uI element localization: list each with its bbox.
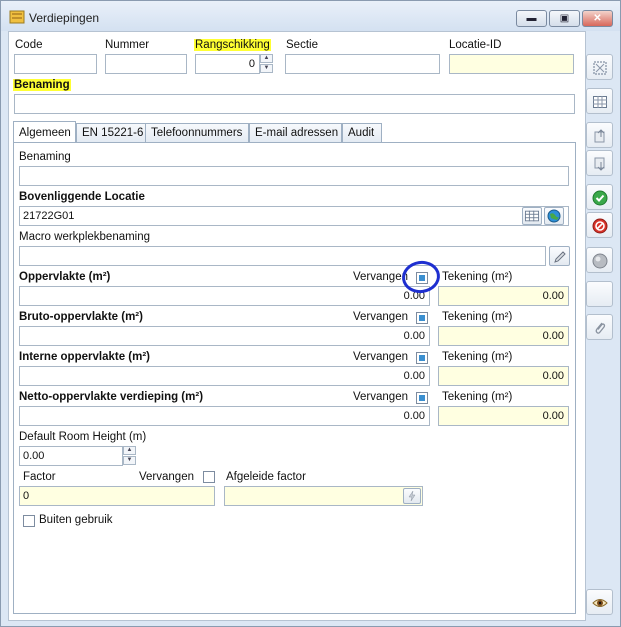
spin-up-icon[interactable]: ▲: [123, 446, 136, 455]
globe-icon: [547, 209, 561, 223]
factor-vervangen-checkbox[interactable]: [203, 471, 215, 483]
pencil-icon: [554, 251, 566, 263]
select-area-button[interactable]: [586, 54, 613, 80]
check-icon: [592, 190, 608, 206]
benaming-input[interactable]: [19, 166, 569, 186]
paperclip-icon: [595, 322, 606, 334]
macro-werkplek-input[interactable]: [19, 246, 546, 266]
spin-down-icon[interactable]: ▼: [123, 456, 136, 465]
bruto-oppervlakte-label: Bruto-oppervlakte (m²): [19, 311, 143, 323]
lightning-icon: [408, 490, 416, 502]
copy-down-button[interactable]: [586, 150, 613, 176]
tab-telefoonnummers[interactable]: Telefoonnummers: [145, 123, 249, 142]
netto-tekening-input[interactable]: 0.00: [438, 406, 569, 426]
tab-audit[interactable]: Audit: [342, 123, 382, 142]
spin-down-icon[interactable]: ▼: [260, 64, 273, 73]
interne-oppervlakte-label: Interne oppervlakte (m²): [19, 351, 150, 363]
code-label: Code: [15, 39, 43, 51]
tab-email-adressen[interactable]: E-mail adressen: [249, 123, 342, 142]
afgeleide-factor-input[interactable]: [224, 486, 423, 506]
table-lookup-button[interactable]: [522, 207, 542, 225]
spin-up-icon[interactable]: ▲: [260, 54, 273, 63]
edit-macro-button[interactable]: [549, 246, 570, 266]
room-height-label: Default Room Height (m): [19, 431, 147, 443]
bruto-vervangen-checkbox[interactable]: [416, 312, 428, 324]
interne-vervangen-label: Vervangen: [353, 351, 408, 363]
minimize-icon: ▬: [526, 13, 537, 24]
oppervlakte-input[interactable]: 0.00: [19, 286, 430, 306]
bovenliggende-locatie-label: Bovenliggende Locatie: [19, 191, 145, 203]
maximize-icon: ▣: [559, 13, 570, 24]
afgeleide-factor-button[interactable]: [403, 488, 421, 504]
close-icon: ✕: [593, 13, 602, 24]
locatie-id-input[interactable]: [449, 54, 574, 74]
netto-vervangen-checkbox[interactable]: [416, 392, 428, 404]
blank-tool-button[interactable]: [586, 281, 613, 307]
bruto-tekening-input[interactable]: 0.00: [438, 326, 569, 346]
interne-tekening-input[interactable]: 0.00: [438, 366, 569, 386]
netto-oppervlakte-input[interactable]: 0.00: [19, 406, 430, 426]
code-input[interactable]: [14, 54, 97, 74]
confirm-button[interactable]: [586, 184, 613, 210]
copy-up-icon: [594, 129, 605, 143]
nummer-input[interactable]: [105, 54, 187, 74]
factor-label: Factor: [23, 471, 56, 483]
oppervlakte-tekening-label: Tekening (m²): [442, 271, 513, 283]
record-button[interactable]: [586, 247, 613, 273]
rangschikking-spinner[interactable]: ▲ ▼: [260, 54, 273, 74]
title-bar: Verdiepingen ▬ ▣ ✕: [1, 1, 620, 31]
select-icon: [593, 61, 607, 75]
benaming-header-label: Benaming: [13, 79, 71, 91]
interne-tekening-label: Tekening (m²): [442, 351, 513, 363]
netto-oppervlakte-label: Netto-oppervlakte verdieping (m²): [19, 391, 204, 403]
rangschikking-label: Rangschikking: [194, 39, 271, 51]
sectie-label: Sectie: [286, 39, 318, 51]
oppervlakte-vervangen-label: Vervangen: [353, 271, 408, 283]
bovenliggende-locatie-input[interactable]: 21722G01: [19, 206, 569, 226]
netto-vervangen-label: Vervangen: [353, 391, 408, 403]
factor-input[interactable]: 0: [19, 486, 215, 506]
afgeleide-factor-label: Afgeleide factor: [226, 471, 306, 483]
cancel-button[interactable]: [586, 212, 613, 238]
copy-down-icon: [594, 157, 605, 171]
benaming-label: Benaming: [19, 151, 71, 163]
rangschikking-input[interactable]: 0: [195, 54, 260, 74]
grid-view-button[interactable]: [586, 88, 613, 114]
table-icon: [525, 210, 539, 222]
oppervlakte-tekening-input[interactable]: 0.00: [438, 286, 569, 306]
nummer-label: Nummer: [105, 39, 150, 51]
bruto-tekening-label: Tekening (m²): [442, 311, 513, 323]
sphere-icon: [592, 253, 608, 269]
maximize-button[interactable]: ▣: [549, 10, 580, 27]
window: Verdiepingen ▬ ▣ ✕ Code Nummer Rangschik…: [0, 0, 621, 627]
buiten-gebruik-checkbox[interactable]: [23, 515, 35, 527]
benaming-header-input[interactable]: [14, 94, 575, 114]
sectie-input[interactable]: [285, 54, 440, 74]
view-button[interactable]: [586, 589, 613, 615]
grid-icon: [593, 96, 607, 108]
app-icon: [9, 10, 25, 24]
bruto-oppervlakte-input[interactable]: 0.00: [19, 326, 430, 346]
attachment-button[interactable]: [586, 314, 613, 340]
netto-tekening-label: Tekening (m²): [442, 391, 513, 403]
bruto-vervangen-label: Vervangen: [353, 311, 408, 323]
factor-vervangen-label: Vervangen: [139, 471, 194, 483]
interne-vervangen-checkbox[interactable]: [416, 352, 428, 364]
copy-up-button[interactable]: [586, 122, 613, 148]
close-button[interactable]: ✕: [582, 10, 613, 27]
macro-werkplek-label: Macro werkplekbenaming: [19, 231, 151, 243]
globe-button[interactable]: [544, 207, 564, 225]
minimize-button[interactable]: ▬: [516, 10, 547, 27]
tab-algemeen[interactable]: Algemeen: [13, 121, 76, 142]
window-title: Verdiepingen: [29, 11, 100, 25]
locatie-id-label: Locatie-ID: [449, 39, 502, 51]
interne-oppervlakte-input[interactable]: 0.00: [19, 366, 430, 386]
room-height-spinner[interactable]: ▲ ▼: [123, 446, 136, 466]
room-height-input[interactable]: 0.00: [19, 446, 123, 466]
cancel-icon: [592, 218, 608, 234]
eye-icon: [592, 599, 608, 607]
oppervlakte-label: Oppervlakte (m²): [19, 271, 111, 283]
buiten-gebruik-label: Buiten gebruik: [39, 514, 113, 526]
